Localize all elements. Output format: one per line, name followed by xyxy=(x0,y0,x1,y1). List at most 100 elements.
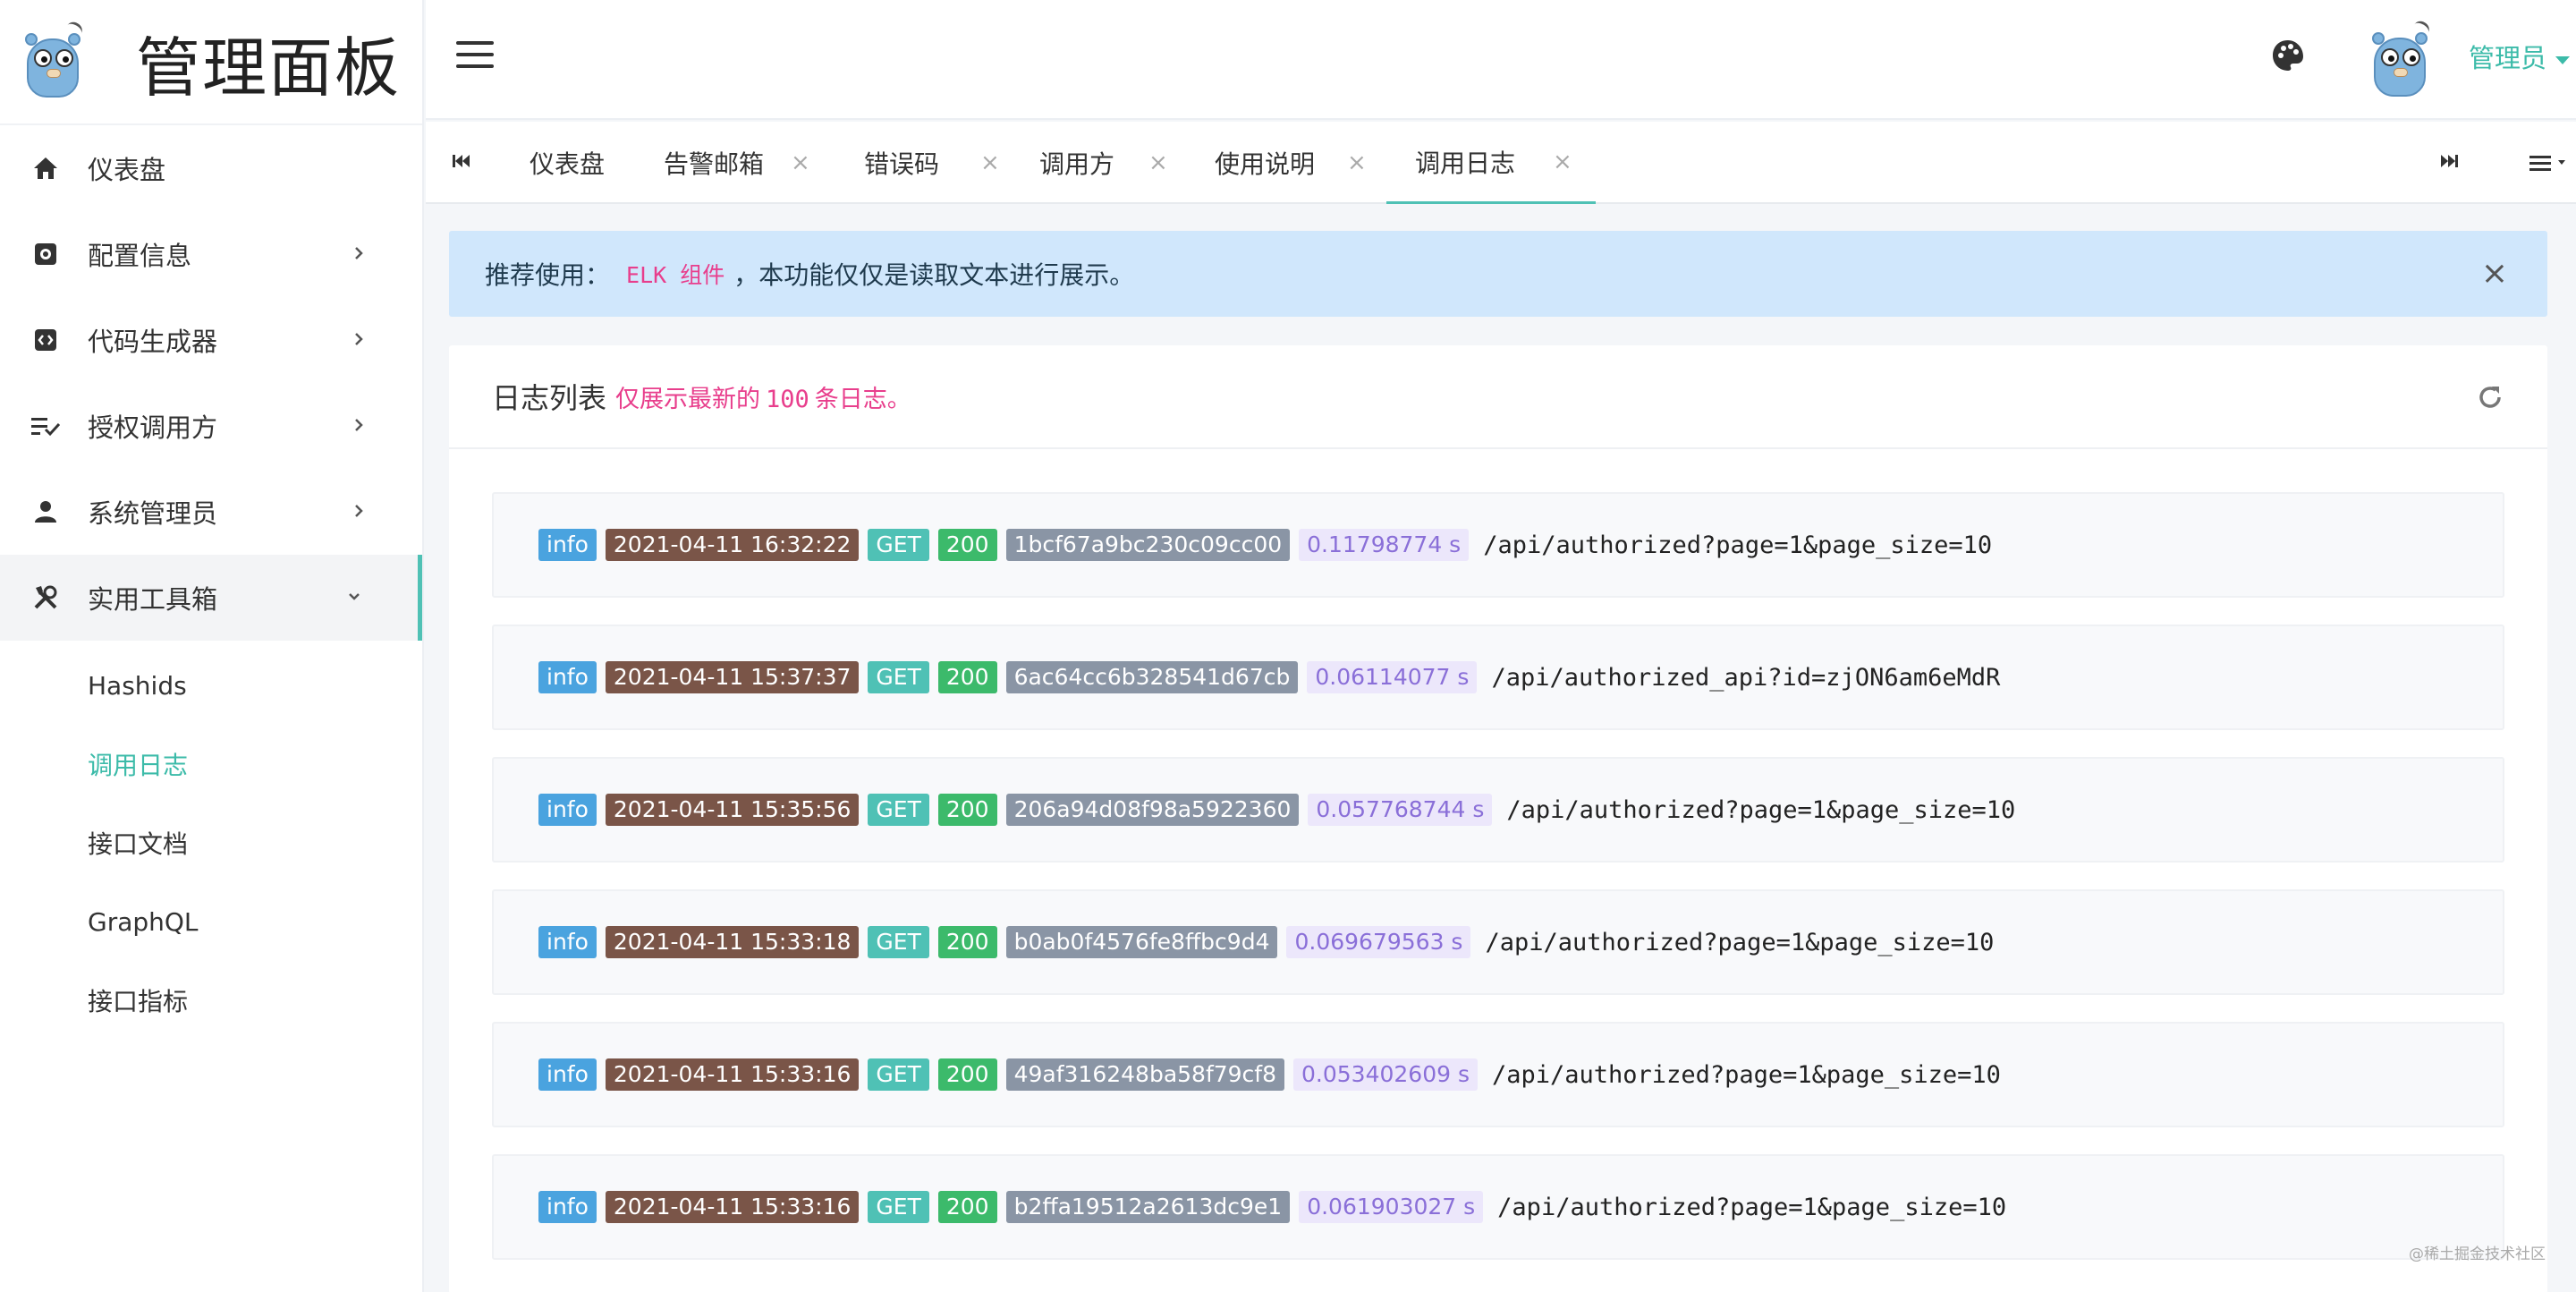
log-path: /api/authorized?page=1&page_size=10 xyxy=(1485,928,1995,956)
chevron-right-icon xyxy=(349,329,369,349)
brand-title: 管理面板 xyxy=(136,30,402,106)
log-path: /api/authorized?page=1&page_size=10 xyxy=(1483,531,1993,559)
tab-error-codes[interactable]: 错误码 × xyxy=(864,122,1000,204)
log-time-badge: 2021-04-11 15:33:16 xyxy=(605,1191,860,1223)
list-check-icon xyxy=(30,411,61,441)
log-level-badge: info xyxy=(538,1191,597,1223)
gear-icon xyxy=(30,239,61,269)
log-list-card: 日志列表 仅展示最新的 100 条日志。 info 2021-04-11 16:32:… xyxy=(449,345,2547,1292)
log-row: info 2021-04-11 16:32:22 GET 200 1bcf67a9bc2… xyxy=(492,492,2504,598)
tab-label: 错误码 xyxy=(864,149,940,179)
caret-down-icon xyxy=(2555,55,2571,64)
tab-close-icon[interactable]: × xyxy=(1347,149,1367,176)
refresh-icon[interactable] xyxy=(2476,383,2504,412)
log-duration-badge: 0.06114077 s xyxy=(1307,661,1478,693)
menu-toggle-icon[interactable] xyxy=(456,41,494,72)
log-status-badge: 200 xyxy=(937,1191,997,1223)
sidebar-item-label: 实用工具箱 xyxy=(88,584,218,615)
log-time-badge: 2021-04-11 15:37:37 xyxy=(605,661,860,693)
tab-call-log[interactable]: 调用日志 × xyxy=(1386,122,1596,204)
close-icon[interactable]: × xyxy=(2481,258,2508,290)
log-row: info 2021-04-11 15:37:37 GET 200 6ac64cc6b32… xyxy=(492,625,2504,730)
log-method-badge: GET xyxy=(868,926,929,958)
user-icon xyxy=(30,497,61,527)
sidebar-item-authorized[interactable]: 授权调用方 xyxy=(0,383,422,469)
log-list: info 2021-04-11 16:32:22 GET 200 1bcf67a9bc2… xyxy=(449,449,2547,1260)
log-path: /api/authorized?page=1&page_size=10 xyxy=(1506,795,2016,824)
log-duration-badge: 0.053402609 s xyxy=(1293,1058,1478,1091)
sidebar-item-dashboard[interactable]: 仪表盘 xyxy=(0,125,422,211)
sidebar-item-graphql[interactable]: GraphQL xyxy=(0,882,422,961)
log-row: info 2021-04-11 15:33:18 GET 200 b0ab0f4576f… xyxy=(492,889,2504,995)
card-subtitle: 仅展示最新的 100 条日志。 xyxy=(615,385,911,413)
palette-icon[interactable] xyxy=(2270,38,2306,73)
log-method-badge: GET xyxy=(868,794,929,826)
sidebar-item-tools[interactable]: 实用工具箱 xyxy=(0,555,422,641)
log-status-badge: 200 xyxy=(937,926,997,958)
log-time-badge: 2021-04-11 15:35:56 xyxy=(605,794,860,826)
brand[interactable]: 管理面板 xyxy=(0,0,422,125)
sidebar-item-config[interactable]: 配置信息 xyxy=(0,211,422,297)
sidebar-item-admins[interactable]: 系统管理员 xyxy=(0,469,422,555)
tab-close-icon[interactable]: × xyxy=(1148,149,1168,176)
tab-label: 告警邮箱 xyxy=(664,149,765,179)
scroll-left-icon[interactable] xyxy=(451,150,476,175)
log-level-badge: info xyxy=(538,794,597,826)
log-level-badge: info xyxy=(538,529,597,561)
log-row: info 2021-04-11 15:33:16 GET 200 49af316248b… xyxy=(492,1022,2504,1127)
log-status-badge: 200 xyxy=(937,794,997,826)
watermark: @稀土掘金技术社区 xyxy=(2409,1245,2546,1263)
sidebar-item-api-docs[interactable]: 接口文档 xyxy=(0,803,422,882)
sidebar: 管理面板 仪表盘 配置信息 代码生成器 授权调用方 系统管理员 实用工具箱 Ha… xyxy=(0,0,424,1292)
code-icon xyxy=(30,325,61,355)
sidebar-item-label: 代码生成器 xyxy=(88,327,218,357)
gopher-logo-icon xyxy=(20,19,85,101)
sidebar-item-call-log[interactable]: 调用日志 xyxy=(0,725,422,803)
sidebar-item-label: 仪表盘 xyxy=(88,155,166,185)
log-path: /api/authorized?page=1&page_size=10 xyxy=(1497,1193,2007,1221)
log-path: /api/authorized?page=1&page_size=10 xyxy=(1492,1060,2001,1089)
tab-alert-email[interactable]: 告警邮箱 × xyxy=(664,122,810,204)
tab-close-icon[interactable]: × xyxy=(791,149,810,176)
log-status-badge: 200 xyxy=(937,1058,997,1091)
log-trace-id-badge: b2ffa19512a2613dc9e1 xyxy=(1005,1191,1291,1223)
tab-usage[interactable]: 使用说明 × xyxy=(1215,122,1367,204)
log-trace-id-badge: b0ab0f4576fe8ffbc9d4 xyxy=(1005,926,1278,958)
card-header: 日志列表 仅展示最新的 100 条日志。 xyxy=(449,345,2547,449)
sidebar-item-codegen[interactable]: 代码生成器 xyxy=(0,297,422,383)
log-duration-badge: 0.061903027 s xyxy=(1299,1191,1484,1223)
tab-bar: 仪表盘 告警邮箱 × 错误码 × 调用方 × 使用说明 × 调用日志 × xyxy=(426,122,2576,204)
log-path: /api/authorized_api?id=zjON6am6eMdR xyxy=(1491,663,2001,692)
log-method-badge: GET xyxy=(868,529,929,561)
chevron-right-icon xyxy=(349,415,369,435)
avatar[interactable] xyxy=(2367,18,2433,100)
card-title: 日志列表 xyxy=(492,381,607,415)
sidebar-item-label: 授权调用方 xyxy=(88,412,218,443)
log-trace-id-badge: 49af316248ba58f79cf8 xyxy=(1005,1058,1285,1091)
chevron-right-icon xyxy=(349,243,369,263)
log-level-badge: info xyxy=(538,1058,597,1091)
log-duration-badge: 0.11798774 s xyxy=(1299,529,1470,561)
tab-menu-icon[interactable] xyxy=(2528,152,2574,174)
log-trace-id-badge: 6ac64cc6b328541d67cb xyxy=(1005,661,1299,693)
tab-dashboard[interactable]: 仪表盘 xyxy=(530,122,605,204)
tab-label: 调用方 xyxy=(1039,149,1115,179)
log-time-badge: 2021-04-11 16:32:22 xyxy=(605,529,860,561)
log-method-badge: GET xyxy=(868,661,929,693)
sidebar-item-api-metrics[interactable]: 接口指标 xyxy=(0,961,422,1040)
sidebar-item-hashids[interactable]: Hashids xyxy=(0,646,422,725)
log-row: info 2021-04-11 15:33:16 GET 200 b2ffa19512a… xyxy=(492,1154,2504,1260)
log-trace-id-badge: 1bcf67a9bc230c09cc00 xyxy=(1005,529,1291,561)
alert-suffix: ，本功能仅仅是读取文本进行展示。 xyxy=(733,260,1135,290)
tab-close-icon[interactable]: × xyxy=(1553,149,1572,175)
scroll-right-icon[interactable] xyxy=(2438,150,2463,175)
sidebar-item-label: 配置信息 xyxy=(88,241,192,271)
tools-submenu: Hashids 调用日志 接口文档 GraphQL 接口指标 xyxy=(0,641,422,1040)
user-menu[interactable]: 管理员 xyxy=(2469,38,2571,75)
log-level-badge: info xyxy=(538,926,597,958)
tab-callers[interactable]: 调用方 × xyxy=(1039,122,1168,204)
tab-close-icon[interactable]: × xyxy=(980,149,1000,176)
home-icon xyxy=(30,153,61,183)
user-name: 管理员 xyxy=(2469,43,2547,73)
log-level-badge: info xyxy=(538,661,597,693)
